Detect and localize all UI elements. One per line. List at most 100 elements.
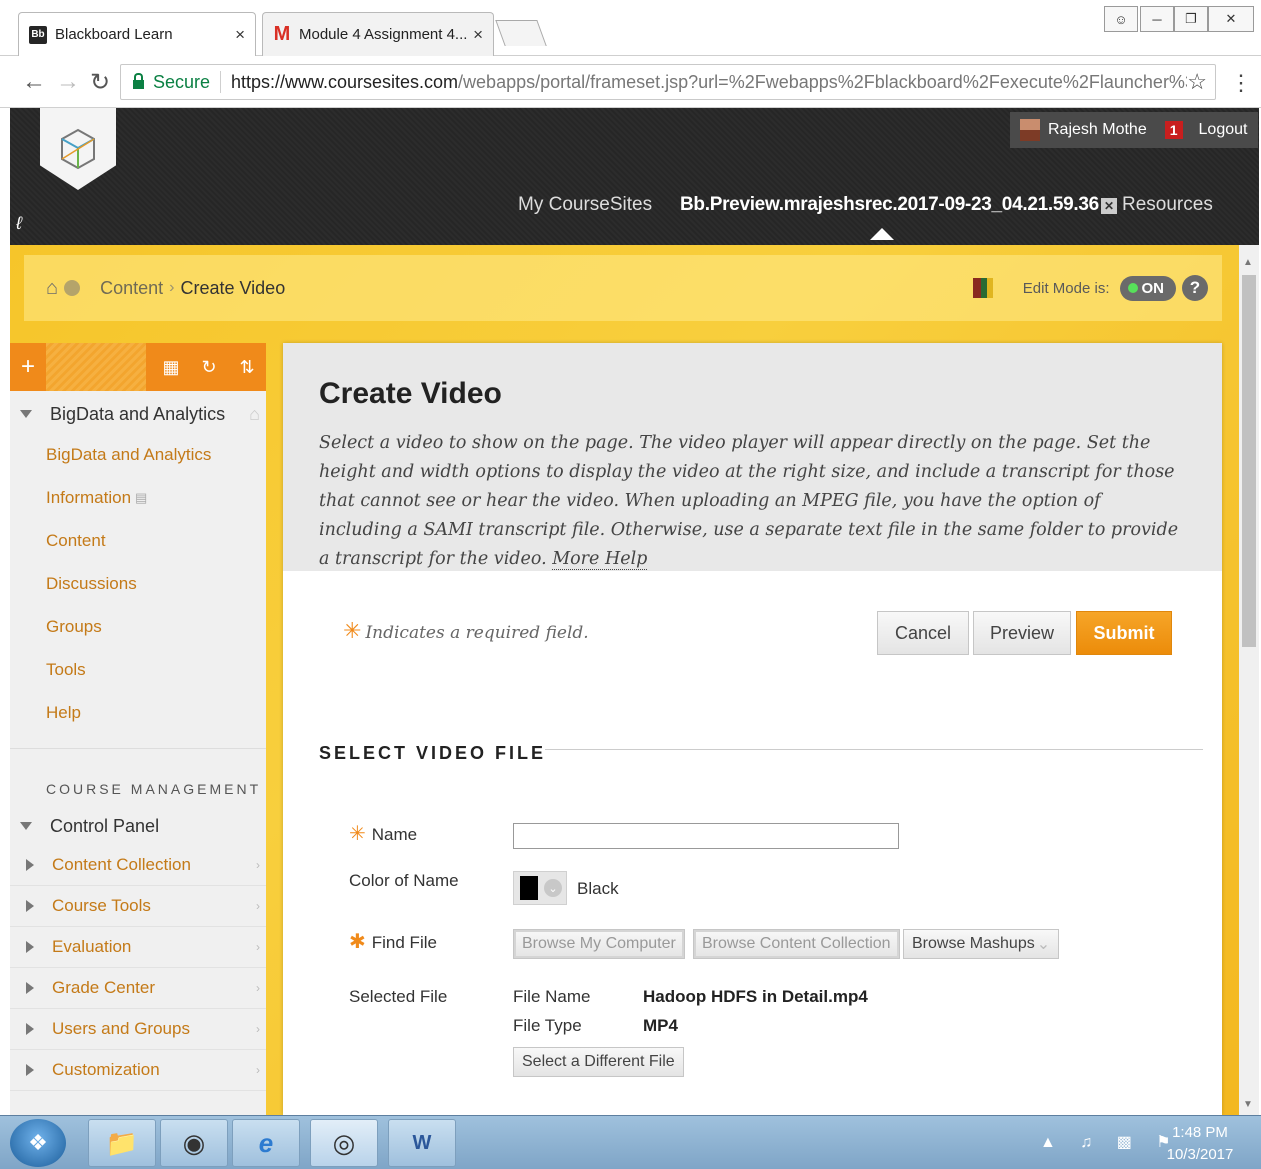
cp-item-grade-center[interactable]: Grade Center › xyxy=(10,968,266,1009)
nav-resources[interactable]: Resources xyxy=(1122,194,1213,216)
add-menu-item-icon[interactable]: + xyxy=(10,353,46,381)
logout-button[interactable]: Logout xyxy=(1188,112,1258,148)
cancel-button[interactable]: Cancel xyxy=(877,611,969,655)
cp-item-customization[interactable]: Customization › xyxy=(10,1050,266,1091)
collapse-icon[interactable] xyxy=(20,410,32,418)
refresh-icon[interactable]: ↻ xyxy=(190,357,228,378)
select-different-file-button[interactable]: Select a Different File xyxy=(513,1047,684,1077)
control-panel-label: Control Panel xyxy=(50,815,160,836)
chrome-icon[interactable]: ◎ xyxy=(310,1119,378,1167)
edit-mode-toggle[interactable]: ON xyxy=(1119,275,1176,301)
expand-icon[interactable] xyxy=(26,1064,34,1076)
preview-button[interactable]: Preview xyxy=(973,611,1071,655)
breadcrumb-content[interactable]: Content xyxy=(100,278,163,299)
course-tab-label: Bb.Preview.mrajeshsrec.2017-09-23_04.21.… xyxy=(680,194,1099,215)
cube-logo-icon xyxy=(61,128,95,170)
close-window-icon[interactable]: ✕ xyxy=(1208,6,1254,32)
menu-item-groups[interactable]: Groups xyxy=(10,605,266,648)
required-note-text: Indicates a required field. xyxy=(365,623,589,643)
main-panel: Create Video Select a video to show on t… xyxy=(283,343,1222,1115)
chevron-down-icon: ⌄ xyxy=(544,879,562,897)
coursesites-logo[interactable] xyxy=(40,108,116,190)
color-picker[interactable]: ⌄ xyxy=(513,871,567,905)
restore-icon[interactable]: ❐ xyxy=(1174,6,1208,32)
minimize-icon[interactable]: ─ xyxy=(1140,6,1174,32)
page-instructions: Select a video to show on the page. The … xyxy=(319,429,1186,574)
start-button[interactable]: ❖ xyxy=(10,1119,66,1167)
page-scrollbar[interactable]: ▲ ▼ xyxy=(1239,245,1259,1115)
instructions-text: Select a video to show on the page. The … xyxy=(319,433,1179,569)
reports-chart-icon[interactable] xyxy=(972,278,993,298)
firefox-icon[interactable]: ◉ xyxy=(160,1119,228,1167)
divider xyxy=(220,71,221,93)
reload-icon[interactable]: ↻ xyxy=(90,68,110,97)
cp-item-label: Customization xyxy=(52,1060,160,1079)
taskbar-clock[interactable]: 1:48 PM 10/3/2017 xyxy=(1160,1122,1240,1166)
url-field[interactable]: Secure https://www.coursesites.com /weba… xyxy=(120,64,1216,100)
cp-item-evaluation[interactable]: Evaluation › xyxy=(10,927,266,968)
folder-view-icon[interactable]: ▦ xyxy=(152,357,190,378)
reorder-icon[interactable]: ⇅ xyxy=(228,357,266,378)
file-explorer-icon[interactable]: 📁 xyxy=(88,1119,156,1167)
tab-blackboard-learn[interactable]: Bb Blackboard Learn × xyxy=(18,12,256,56)
nav-current-course[interactable]: Bb.Preview.mrajeshsrec.2017-09-23_04.21.… xyxy=(680,194,1117,216)
menu-item-content[interactable]: Content xyxy=(10,519,266,562)
bookmark-star-icon[interactable]: ☆ xyxy=(1187,69,1207,95)
cp-item-users-and-groups[interactable]: Users and Groups › xyxy=(10,1009,266,1050)
name-input[interactable] xyxy=(513,823,899,849)
browser-menu-icon[interactable]: ⋮ xyxy=(1230,70,1252,96)
secure-indicator[interactable]: Secure xyxy=(133,72,210,93)
scroll-down-icon[interactable]: ▼ xyxy=(1243,1099,1253,1110)
pencil-icon[interactable]: ℓ xyxy=(16,213,22,234)
browse-my-computer-button[interactable]: Browse My Computer xyxy=(513,929,685,959)
menu-item-discussions[interactable]: Discussions xyxy=(10,562,266,605)
internet-explorer-icon[interactable]: e xyxy=(232,1119,300,1167)
home-icon[interactable]: ⌂ xyxy=(249,404,260,425)
close-tab-icon[interactable]: × xyxy=(473,25,483,45)
content-area: ⌂ Content › Create Video Edit Mode is: O… xyxy=(10,245,1239,1115)
forward-arrow-icon[interactable]: → xyxy=(56,68,80,96)
scroll-up-icon[interactable]: ▲ xyxy=(1243,257,1253,268)
tab-module-4-assignment[interactable]: M Module 4 Assignment 4... × xyxy=(262,12,494,56)
home-icon[interactable]: ⌂ xyxy=(46,277,58,300)
submit-button[interactable]: Submit xyxy=(1076,611,1172,655)
close-course-icon[interactable]: ✕ xyxy=(1100,198,1117,214)
back-arrow-icon[interactable]: ← xyxy=(22,68,46,96)
required-star-icon: ✳ xyxy=(343,619,362,644)
menu-item-bigdata[interactable]: BigData and Analytics xyxy=(10,433,266,476)
avatar xyxy=(1020,119,1040,141)
expand-icon[interactable] xyxy=(26,982,34,994)
menu-item-information[interactable]: Information ▤ xyxy=(10,476,266,519)
scrollbar-thumb[interactable] xyxy=(1242,275,1256,647)
chevron-down-icon[interactable] xyxy=(64,280,81,296)
file-type-key: File Type xyxy=(513,1016,582,1035)
breadcrumb: ⌂ Content › Create Video Edit Mode is: O… xyxy=(24,255,1222,321)
menu-item-help[interactable]: Help xyxy=(10,691,266,734)
course-title[interactable]: BigData and Analytics ⌂ xyxy=(10,395,266,433)
browse-mashups-button[interactable]: Browse Mashups ⌄ xyxy=(903,929,1060,959)
more-help-link[interactable]: More Help xyxy=(552,549,648,570)
expand-icon[interactable] xyxy=(26,941,34,953)
user-menu[interactable]: Rajesh Mothe 1 ▼ xyxy=(1010,112,1211,148)
control-panel[interactable]: Control Panel xyxy=(10,807,266,845)
cp-item-label: Course Tools xyxy=(52,896,151,915)
nav-my-coursesites[interactable]: My CourseSites xyxy=(518,194,652,216)
selected-file-label: Selected File xyxy=(349,987,448,1006)
help-icon[interactable]: ? xyxy=(1182,275,1208,301)
course-management-heading: COURSE MANAGEMENT xyxy=(46,781,262,797)
chevron-right-icon: › xyxy=(256,1022,260,1036)
notification-badge[interactable]: 1 xyxy=(1164,121,1183,139)
cp-item-content-collection[interactable]: Content Collection › xyxy=(10,845,266,886)
cp-item-course-tools[interactable]: Course Tools › xyxy=(10,886,266,927)
expand-icon[interactable] xyxy=(26,859,34,871)
expand-icon[interactable] xyxy=(26,1023,34,1035)
profile-icon[interactable]: ☺ xyxy=(1104,6,1138,32)
expand-icon[interactable] xyxy=(26,900,34,912)
menu-item-tools[interactable]: Tools xyxy=(10,648,266,691)
word-icon[interactable]: W xyxy=(388,1119,456,1167)
close-tab-icon[interactable]: × xyxy=(235,25,245,45)
new-tab-button[interactable] xyxy=(495,20,547,46)
browse-content-collection-button[interactable]: Browse Content Collection xyxy=(693,929,900,959)
collapse-icon[interactable] xyxy=(20,822,32,830)
cp-item-label: Evaluation xyxy=(52,937,132,956)
